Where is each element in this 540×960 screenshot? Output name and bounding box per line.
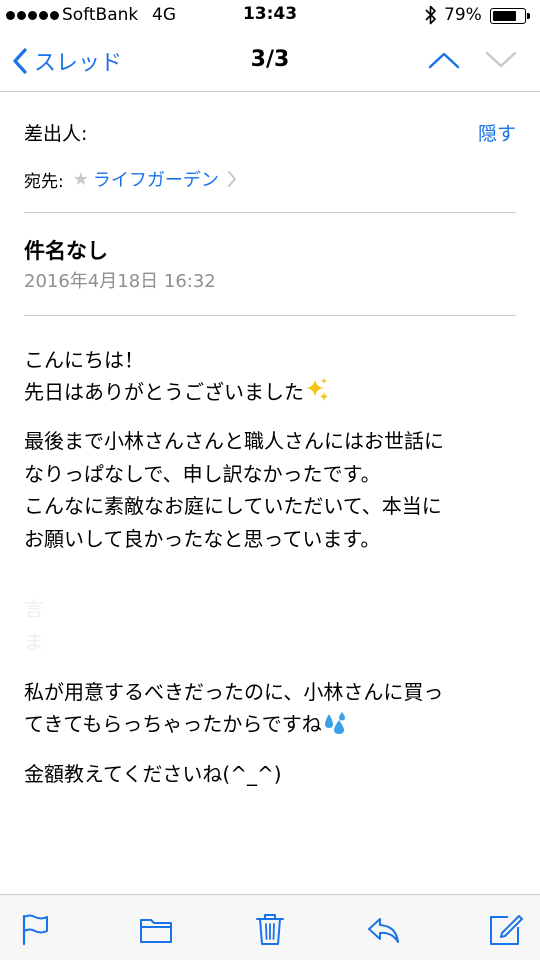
faint-body-line: 言 <box>24 597 44 621</box>
subject-divider <box>24 315 516 316</box>
battery-icon <box>490 8 530 24</box>
body-line-with-drops: てきてもらっちゃったからですね <box>24 708 348 740</box>
body-line: こんなに素敵なお庭にしていただいて、本当に <box>24 494 442 518</box>
body-line: なりっぱなしで、申し訳なかったです。 <box>24 462 381 486</box>
folder-icon[interactable] <box>138 911 174 947</box>
sparkles-icon <box>306 378 328 401</box>
body-line-with-sparkle: 先日はありがとうございました <box>24 376 330 408</box>
flag-icon[interactable] <box>17 911 53 947</box>
trash-icon[interactable] <box>252 911 288 947</box>
body-line: 金額教えてくださいね(^_^) <box>24 762 282 786</box>
recipient-row: 宛先: ★ ライフガーデン <box>24 165 237 193</box>
chevron-left-icon <box>13 48 27 74</box>
battery-percentage: 79% <box>444 5 482 25</box>
star-icon: ★ <box>72 168 89 190</box>
header-divider <box>24 212 516 213</box>
compose-icon[interactable] <box>488 911 524 947</box>
recipient-name[interactable]: ライフガーデン <box>93 166 219 192</box>
faint-body-line: ま <box>24 630 44 654</box>
bluetooth-icon <box>425 5 436 25</box>
bottom-toolbar <box>0 894 540 960</box>
body-line-text: てきてもらっちゃったからですね <box>24 712 322 736</box>
body-line: こんにちは！ <box>24 348 144 372</box>
message-subject: 件名なし <box>24 239 108 263</box>
previous-message-button[interactable] <box>427 48 461 72</box>
recipient-label: 宛先: <box>24 171 64 192</box>
sender-row: 差出人: 隠す <box>24 119 516 147</box>
next-message-button[interactable] <box>484 48 518 72</box>
chevron-right-icon[interactable] <box>227 170 237 188</box>
body-line: お願いして良かったなと思っています。 <box>24 527 381 551</box>
status-bar: SoftBank 4G 13:43 79% <box>0 0 540 30</box>
sweat-drops-icon <box>324 712 345 734</box>
sender-label: 差出人: <box>24 123 88 145</box>
body-line-text: 先日はありがとうございました <box>24 380 304 404</box>
body-line: 最後まで小林さんさんと職人さんにはお世話に <box>24 429 444 453</box>
navigation-bar: スレッド 3/3 <box>0 30 540 92</box>
hide-details-button[interactable]: 隠す <box>478 119 516 146</box>
reply-icon[interactable] <box>365 911 401 947</box>
body-line: 私が用意するべきだったのに、小林さんに買っ <box>24 680 444 704</box>
back-button[interactable]: スレッド <box>12 44 122 78</box>
message-date: 2016年4月18日 16:32 <box>24 271 216 292</box>
back-button-label: スレッド <box>34 51 123 76</box>
